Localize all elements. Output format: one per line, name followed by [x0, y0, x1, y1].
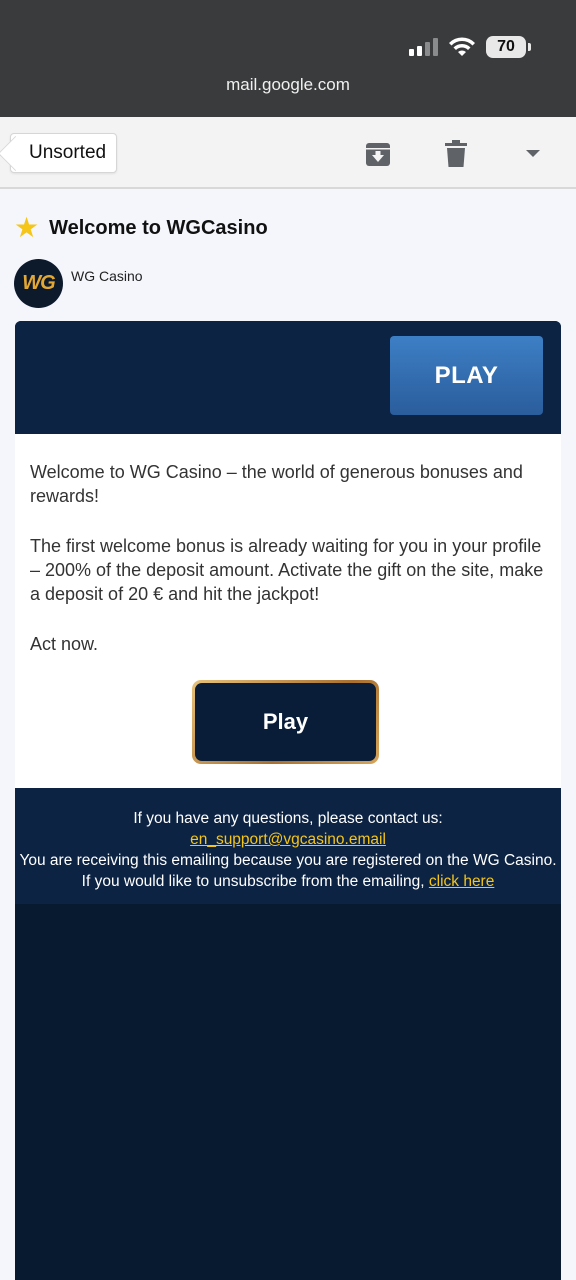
url-bar[interactable]: mail.google.com	[0, 75, 576, 95]
back-button-label: Unsorted	[29, 142, 107, 163]
play-header-button[interactable]: PLAY	[390, 336, 543, 415]
email-paragraph: The first welcome bonus is already waiti…	[30, 536, 544, 604]
footer-contact-text: If you have any questions, please contac…	[133, 810, 443, 827]
email-paragraph: Welcome to WG Casino – the world of gene…	[30, 462, 523, 506]
message-subject: Welcome to WGCasino	[49, 216, 268, 239]
support-email-link[interactable]: en_support@vgcasino.email	[190, 831, 386, 848]
footer-unsubscribe-text: You are receiving this emailing because …	[15, 850, 561, 892]
status-icons: 70	[409, 36, 531, 58]
archive-icon[interactable]	[363, 139, 393, 169]
play-button[interactable]: Play	[192, 680, 379, 764]
status-bar: 70 mail.google.com	[0, 0, 576, 117]
avatar: WG	[14, 259, 63, 308]
email-header-banner: PLAY	[15, 321, 561, 434]
email-body: PLAY Welcome to WG Casino – the world of…	[15, 321, 561, 1280]
unsubscribe-link[interactable]: click here	[429, 873, 494, 890]
sender-name[interactable]: WG Casino	[71, 268, 143, 284]
mail-toolbar: Unsorted	[0, 117, 576, 189]
back-button[interactable]: Unsorted	[10, 133, 118, 173]
sender-row: WG WG Casino	[14, 259, 143, 308]
message-subject-row: ★ Welcome to WGCasino	[14, 214, 268, 242]
battery-indicator: 70	[486, 36, 531, 58]
email-paragraph: Act now.	[30, 634, 99, 654]
battery-level: 70	[497, 38, 515, 55]
email-content: Welcome to WG Casino – the world of gene…	[15, 434, 561, 788]
wifi-icon	[449, 37, 475, 56]
chevron-down-icon[interactable]	[518, 139, 548, 169]
play-button-label: Play	[195, 683, 376, 761]
email-footer: If you have any questions, please contac…	[15, 788, 561, 904]
trash-icon[interactable]	[441, 139, 471, 169]
avatar-logo-text: WG	[22, 272, 55, 294]
star-icon[interactable]: ★	[14, 214, 39, 242]
cellular-signal-icon	[409, 38, 438, 56]
